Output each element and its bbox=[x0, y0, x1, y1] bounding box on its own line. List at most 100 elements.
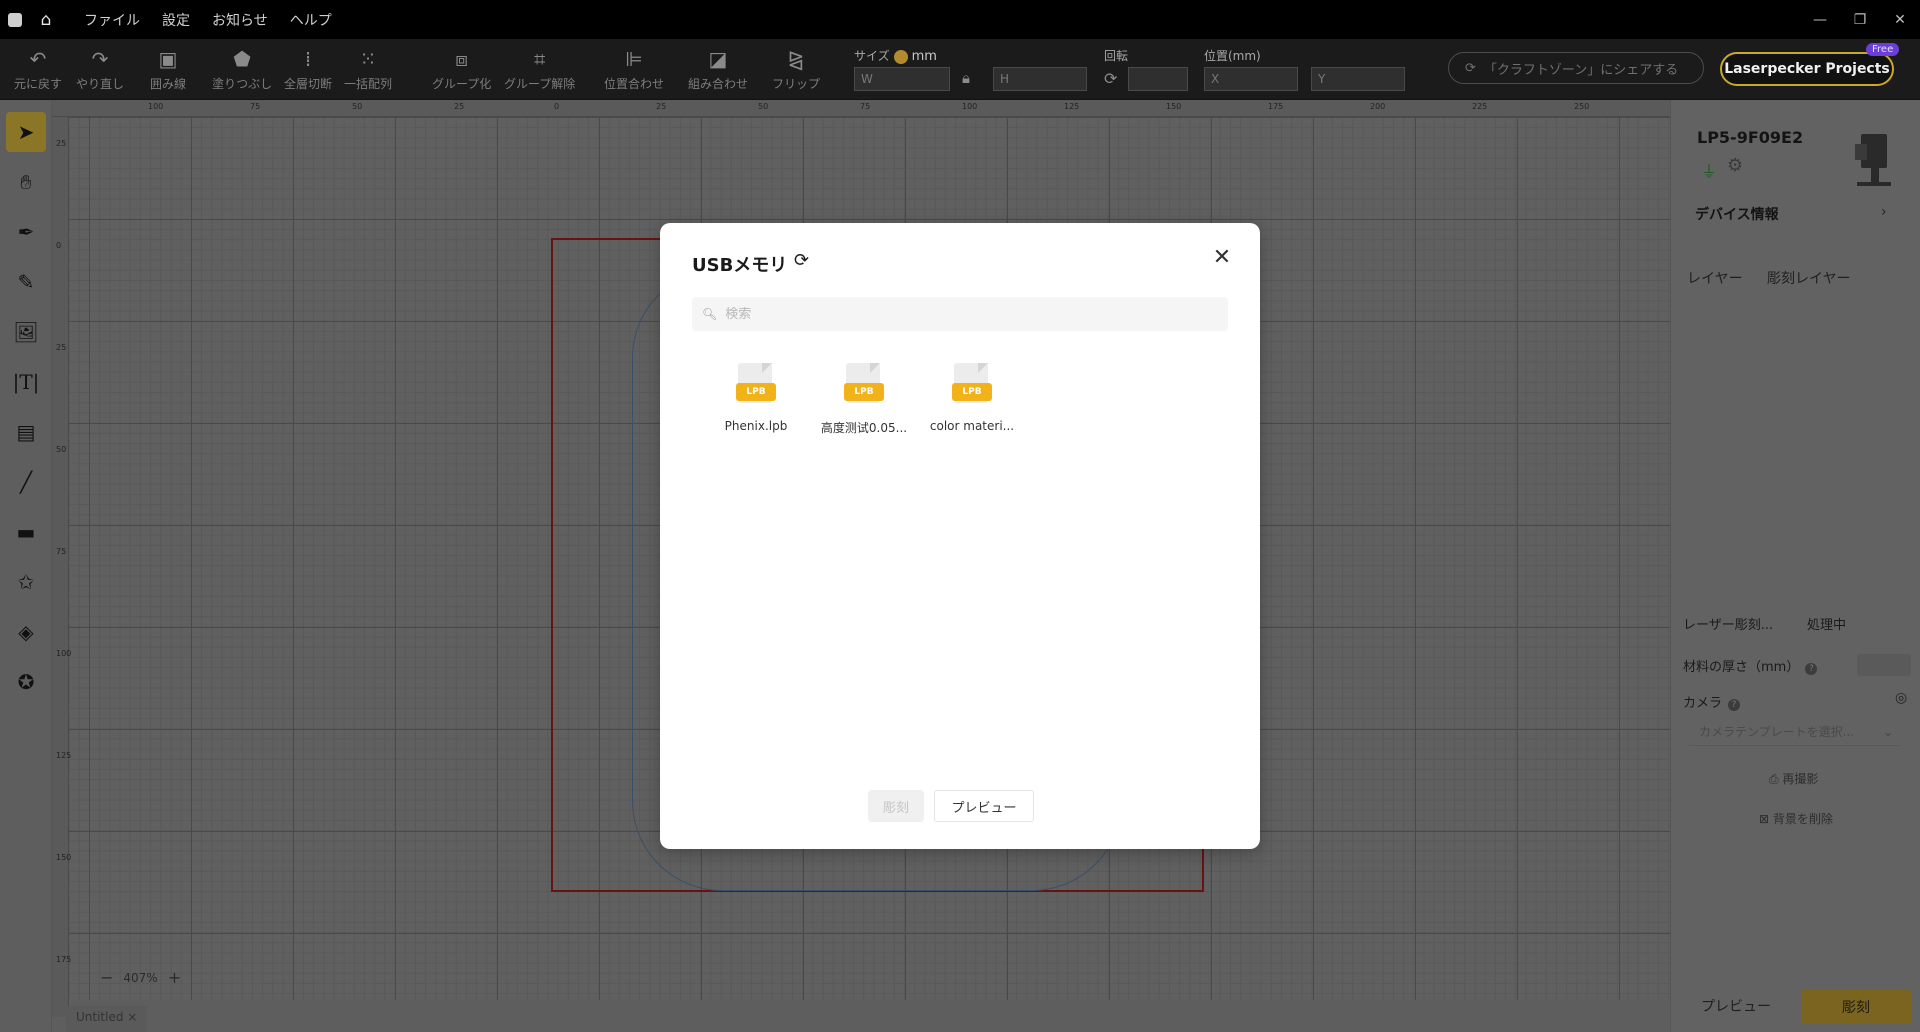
ungroup-icon: ⌗ bbox=[534, 47, 546, 71]
group-button[interactable]: ⧈ グループ化 bbox=[432, 47, 491, 92]
chevron-right-icon[interactable]: › bbox=[1881, 204, 1887, 220]
engrave-button[interactable]: 彫刻 bbox=[1801, 990, 1911, 1024]
x-input[interactable]: X bbox=[1204, 67, 1298, 91]
close-window-button[interactable]: ✕ bbox=[1880, 0, 1920, 39]
material-tool[interactable]: ✪ bbox=[6, 662, 46, 702]
refresh-icon[interactable]: ⟳ bbox=[794, 250, 809, 271]
hand-icon: ✋︎ bbox=[20, 170, 32, 194]
laser-engrave-section[interactable]: レーザー彫刻... bbox=[1683, 614, 1773, 633]
title-bar: ⌂ ファイル 設定 お知らせ ヘルプ — ❐ ✕ bbox=[0, 0, 1920, 39]
width-input[interactable]: W bbox=[854, 67, 950, 91]
share-button[interactable]: ⟳ 「クラフトゾーン」にシェアする bbox=[1448, 52, 1704, 84]
redo-icon: ↷ bbox=[91, 47, 109, 71]
redo-button[interactable]: ↷ やり直し bbox=[76, 47, 124, 92]
dialog-title: USBメモリ bbox=[692, 255, 788, 276]
paint-bucket-tool[interactable]: ◈ bbox=[6, 612, 46, 652]
pentagon-icon: ⬟ bbox=[233, 47, 251, 71]
badge-icon: ✪ bbox=[17, 670, 35, 694]
menu-file[interactable]: ファイル bbox=[84, 10, 140, 30]
lock-icon[interactable]: 🔒︎ bbox=[962, 69, 970, 87]
preview-button[interactable]: プレビュー bbox=[1701, 996, 1771, 1016]
combine-button[interactable]: ◪ 組み合わせ bbox=[688, 47, 748, 92]
flip-button[interactable]: ⧎ フリップ bbox=[772, 47, 820, 92]
align-button[interactable]: ⊫ 位置合わせ bbox=[604, 47, 664, 92]
close-icon[interactable]: ✕ bbox=[1210, 245, 1234, 270]
menu-notifications[interactable]: お知らせ bbox=[212, 10, 268, 30]
material-thickness-input[interactable] bbox=[1857, 654, 1911, 676]
help-icon[interactable]: ? bbox=[1805, 663, 1818, 675]
ruler-tick: 25 bbox=[454, 102, 465, 111]
size-label: サイズ mm bbox=[854, 49, 937, 64]
ungroup-button[interactable]: ⌗ グループ解除 bbox=[504, 47, 575, 92]
camera-template-select[interactable]: カメラテンプレートを選択... ⌄ bbox=[1689, 718, 1899, 746]
file-item[interactable]: LPB color materi... bbox=[918, 363, 1026, 436]
array-button[interactable]: ⁙ 一括配列 bbox=[344, 47, 392, 92]
search-input[interactable] bbox=[725, 306, 1206, 322]
ruler-tick: 50 bbox=[758, 102, 769, 111]
image-off-icon: ⊠ bbox=[1759, 812, 1773, 826]
share-icon: ⟳ bbox=[1465, 60, 1476, 76]
ruler-tick: 50 bbox=[352, 102, 363, 111]
file-name: 高度测试0.05... bbox=[820, 421, 908, 435]
line-tool[interactable]: ╱ bbox=[6, 462, 46, 502]
search-box[interactable]: 🔍︎ bbox=[692, 297, 1228, 331]
shape-tool[interactable]: ✩ bbox=[6, 562, 46, 602]
search-icon: 🔍︎ bbox=[702, 307, 718, 321]
ruler-tick: 0 bbox=[56, 241, 62, 250]
barcode-tool[interactable]: ▤ bbox=[6, 412, 46, 452]
outline-button[interactable]: ▣ 囲み線 bbox=[150, 47, 186, 92]
menu-settings[interactable]: 設定 bbox=[162, 10, 190, 30]
ruler-tick: 100 bbox=[962, 102, 978, 111]
text-tool[interactable]: |T| bbox=[6, 362, 46, 402]
remove-background-button[interactable]: ⊠ 背景を削除 bbox=[1759, 810, 1833, 827]
tab-layers[interactable]: レイヤー bbox=[1687, 268, 1743, 288]
unit-toggle-icon[interactable] bbox=[893, 49, 908, 64]
tab-engrave-layers[interactable]: 彫刻レイヤー bbox=[1767, 268, 1851, 288]
undo-button[interactable]: ↶ 元に戻す bbox=[14, 47, 62, 92]
file-name: Phenix.lpb bbox=[724, 419, 788, 433]
fill-button[interactable]: ⬟ 塗りつぶし bbox=[212, 47, 272, 92]
dialog-preview-button[interactable]: プレビュー bbox=[934, 790, 1034, 822]
pan-tool[interactable]: ✋︎ bbox=[6, 162, 46, 202]
barcode-icon: ▤ bbox=[16, 420, 36, 444]
cut-all-button[interactable]: ⁞ 全層切断 bbox=[284, 47, 332, 92]
menu-help[interactable]: ヘルプ bbox=[290, 10, 332, 30]
document-tab[interactable]: Untitled × bbox=[66, 1006, 148, 1032]
file-item[interactable]: LPB Phenix.lpb bbox=[702, 363, 810, 436]
target-icon[interactable]: ◎ bbox=[1895, 690, 1907, 706]
pen-icon: ✒ bbox=[17, 220, 35, 244]
lpb-file-icon: LPB bbox=[844, 363, 884, 407]
select-tool[interactable]: ➤ bbox=[6, 112, 46, 152]
app-logo bbox=[8, 12, 22, 27]
zoom-in-button[interactable]: + bbox=[168, 968, 181, 987]
ruler-tick: 175 bbox=[1268, 102, 1284, 111]
pencil-tool[interactable]: ✎ bbox=[6, 262, 46, 302]
laserpecker-projects-button[interactable]: Laserpecker Projects bbox=[1720, 52, 1894, 86]
usb-icon: ▬ bbox=[16, 520, 36, 544]
device-info-link[interactable]: デバイス情報 bbox=[1695, 204, 1779, 224]
pen-tool[interactable]: ✒ bbox=[6, 212, 46, 252]
minimize-button[interactable]: — bbox=[1800, 0, 1840, 39]
ruler-top: 100 75 50 25 0 25 50 75 100 125 150 175 … bbox=[52, 100, 1670, 117]
align-icon: ⊫ bbox=[625, 47, 643, 71]
retake-button[interactable]: ⎙ 再撮影 bbox=[1769, 770, 1818, 787]
y-input[interactable]: Y bbox=[1311, 67, 1405, 91]
zoom-out-button[interactable]: − bbox=[100, 968, 113, 987]
restore-button[interactable]: ❐ bbox=[1840, 0, 1880, 39]
image-tool[interactable]: 🖼︎ bbox=[6, 312, 46, 352]
file-item[interactable]: LPB 高度测试0.05... bbox=[810, 363, 918, 436]
ruler-tick: 25 bbox=[56, 139, 67, 148]
home-icon[interactable]: ⌂ bbox=[36, 10, 56, 30]
dialog-engrave-button[interactable]: 彫刻 bbox=[868, 790, 924, 822]
help-icon[interactable]: ? bbox=[1728, 699, 1741, 711]
gear-icon[interactable]: ⚙ bbox=[1727, 155, 1743, 176]
ruler-tick: 25 bbox=[656, 102, 667, 111]
image-icon: 🖼︎ bbox=[13, 320, 39, 344]
height-input[interactable]: H bbox=[993, 67, 1087, 91]
chevron-down-icon: ⌄ bbox=[1882, 725, 1893, 739]
usb-tool[interactable]: ▬ bbox=[6, 512, 46, 552]
ruler-tick: 150 bbox=[1166, 102, 1182, 111]
right-panel: LP5-9F09E2 ⏚ ⚙ デバイス情報 › レイヤー 彫刻レイヤー レーザー… bbox=[1670, 100, 1920, 1032]
rotate-input[interactable] bbox=[1128, 67, 1188, 91]
processing-tab[interactable]: 処理中 bbox=[1807, 614, 1846, 633]
